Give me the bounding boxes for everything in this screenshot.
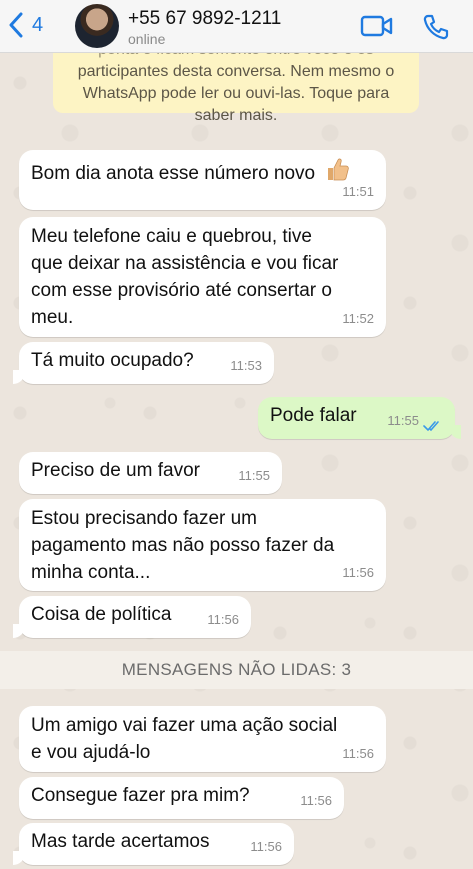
message-line: que deixar na assistência e vou ficar bbox=[31, 253, 339, 274]
notice-line: participantes desta conversa. Nem mesmo … bbox=[77, 63, 395, 80]
message-time: 11:56 bbox=[300, 793, 332, 808]
message-bubble[interactable]: Um amigo vai fazer uma ação social e vou… bbox=[19, 706, 386, 772]
encryption-notice[interactable]: ponta e ficam somente entre você e os pa… bbox=[53, 53, 419, 124]
message-text: Tá muito ocupado? bbox=[31, 350, 194, 371]
voice-call-button[interactable] bbox=[422, 13, 450, 46]
message-bubble[interactable]: Meu telefone caiu e quebrou, tive que de… bbox=[19, 217, 386, 337]
message-text: Consegue fazer pra mim? bbox=[31, 785, 250, 806]
message-text: Bom dia anota esse número novo bbox=[31, 163, 316, 184]
message-bubble[interactable]: Preciso de um favor 11:55 bbox=[19, 452, 282, 494]
unread-chats-count: 4 bbox=[32, 13, 44, 36]
back-button[interactable]: 4 bbox=[8, 12, 43, 38]
notice-line: ponta e ficam somente entre você e os bbox=[53, 53, 419, 61]
message-text: Pode falar bbox=[270, 405, 357, 426]
chat-area[interactable]: ponta e ficam somente entre você e os pa… bbox=[0, 53, 473, 869]
notice-line: saber mais. bbox=[194, 107, 278, 124]
video-call-button[interactable] bbox=[360, 14, 394, 43]
contact-status: online bbox=[128, 31, 166, 47]
message-line: pagamento mas não posso fazer da bbox=[31, 535, 335, 556]
message-text: Preciso de um favor bbox=[31, 460, 200, 481]
message-time: 11:55 bbox=[387, 413, 419, 428]
message-time: 11:53 bbox=[230, 358, 262, 373]
message-bubble[interactable]: Coisa de política 11:56 bbox=[13, 596, 251, 638]
message-bubble[interactable]: Consegue fazer pra mim? 11:56 bbox=[19, 777, 344, 819]
message-bubble[interactable]: Mas tarde acertamos 11:56 bbox=[13, 823, 294, 865]
chevron-left-icon bbox=[9, 12, 23, 38]
message-time: 11:52 bbox=[342, 311, 374, 326]
bubble-tail bbox=[13, 851, 25, 865]
message-bubble[interactable]: Tá muito ocupado? 11:53 bbox=[13, 342, 274, 384]
message-time: 11:56 bbox=[342, 746, 374, 761]
message-bubble[interactable]: Estou precisando fazer um pagamento mas … bbox=[19, 499, 386, 591]
message-time: 11:51 bbox=[342, 184, 374, 199]
double-check-icon bbox=[423, 421, 439, 432]
notice-line: WhatsApp pode ler ou ouvi-las. Toque par… bbox=[82, 85, 390, 102]
contact-name[interactable]: +55 67 9892-1211 bbox=[128, 8, 281, 30]
message-time: 11:56 bbox=[207, 612, 239, 627]
message-line: com esse provisório até consertar o bbox=[31, 280, 332, 301]
message-line: minha conta... bbox=[31, 562, 151, 583]
message-text: Mas tarde acertamos bbox=[31, 831, 210, 852]
message-time: 11:56 bbox=[250, 839, 282, 854]
message-bubble[interactable]: Bom dia anota esse número novo 11:51 bbox=[19, 150, 386, 210]
message-time: 11:55 bbox=[238, 468, 270, 483]
avatar[interactable] bbox=[75, 4, 119, 48]
message-line: meu. bbox=[31, 307, 74, 328]
message-line: Meu telefone caiu e quebrou, tive bbox=[31, 226, 312, 247]
message-time: 11:56 bbox=[342, 565, 374, 580]
bubble-tail bbox=[13, 370, 25, 384]
chat-header: 4 +55 67 9892-1211 online bbox=[0, 0, 473, 53]
message-line: Um amigo vai fazer uma ação social bbox=[31, 715, 338, 736]
message-line: Estou precisando fazer um bbox=[31, 508, 258, 529]
unread-messages-divider: MENSAGENS NÃO LIDAS: 3 bbox=[0, 651, 473, 689]
phone-icon bbox=[423, 14, 449, 40]
bubble-tail bbox=[449, 425, 461, 439]
message-line: e vou ajudá-lo bbox=[31, 742, 151, 763]
bubble-tail bbox=[13, 624, 25, 638]
message-text: Coisa de política bbox=[31, 604, 172, 625]
message-bubble[interactable]: Pode falar 11:55 bbox=[258, 397, 461, 439]
video-call-icon bbox=[360, 15, 393, 37]
